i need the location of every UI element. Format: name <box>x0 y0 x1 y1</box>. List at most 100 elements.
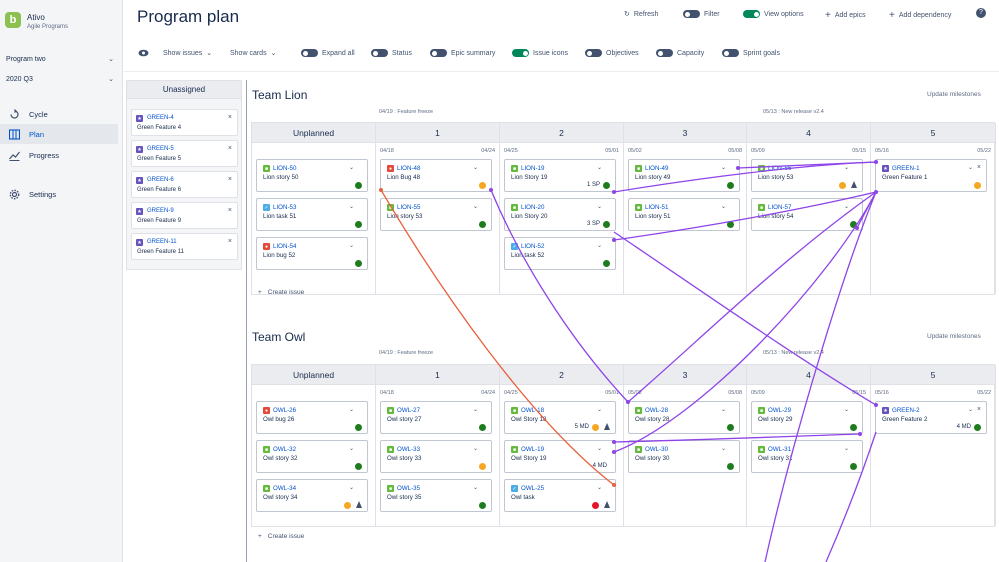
issue-key[interactable]: OWL-35 <box>397 485 420 492</box>
issue-card[interactable]: ✓ LION-53 Lion task 51 ⌄ <box>256 198 368 231</box>
issue-card[interactable]: ■ LION-49 Lion story 49 ⌄ <box>628 159 740 192</box>
chevron-down-icon[interactable]: ⌄ <box>844 445 849 452</box>
chevron-down-icon[interactable]: ⌄ <box>349 406 354 413</box>
issue-card[interactable]: ✓ LION-52 Lion task 52 ⌄ <box>504 237 616 270</box>
status-toggle[interactable]: Status <box>371 49 412 57</box>
issue-card[interactable]: ■ OWL-18 Owl Story 18 ⌄ 5 MD <box>504 401 616 434</box>
quarter-select[interactable]: 2020 Q3 ⌄ <box>6 72 114 86</box>
chevron-down-icon[interactable]: ⌄ <box>844 203 849 210</box>
issue-key[interactable]: OWL-25 <box>521 485 544 492</box>
capacity-toggle[interactable]: Capacity <box>656 49 704 57</box>
issue-key[interactable]: LION-55 <box>397 204 420 211</box>
close-icon[interactable]: × <box>228 114 232 121</box>
issue-card[interactable]: ■ LION-56 Lion story 53 ⌄ <box>751 159 863 192</box>
update-milestones-link[interactable]: Update milestones <box>927 333 981 340</box>
objectives-toggle[interactable]: Objectives <box>585 49 639 57</box>
issue-card[interactable]: ★ GREEN-1 Green Feature 1 ⌄ × <box>875 159 987 192</box>
close-icon[interactable]: × <box>228 238 232 245</box>
unassigned-feature-card[interactable]: ★ GREEN-9 Green Feature 9 × <box>131 202 238 229</box>
chevron-down-icon[interactable]: ⌄ <box>597 445 602 452</box>
close-icon[interactable]: × <box>977 406 981 413</box>
issue-key[interactable]: GREEN-5 <box>147 146 174 152</box>
chevron-down-icon[interactable]: ⌄ <box>597 484 602 491</box>
issue-key[interactable]: OWL-30 <box>645 446 668 453</box>
chevron-down-icon[interactable]: ⌄ <box>473 484 478 491</box>
issue-key[interactable]: GREEN-1 <box>892 165 920 172</box>
create-issue-button[interactable]: + Create issue <box>258 533 304 540</box>
chevron-down-icon[interactable]: ⌄ <box>597 406 602 413</box>
show-cards-dropdown[interactable]: Show cards ⌄ <box>230 49 276 58</box>
close-icon[interactable]: × <box>228 207 232 214</box>
close-icon[interactable]: × <box>977 164 981 171</box>
chevron-down-icon[interactable]: ⌄ <box>349 242 354 249</box>
chevron-down-icon[interactable]: ⌄ <box>844 164 849 171</box>
issue-key[interactable]: LION-57 <box>768 204 791 211</box>
issue-card[interactable]: ■ OWL-19 Owl Story 19 ⌄ 4 MD <box>504 440 616 473</box>
issue-key[interactable]: GREEN-2 <box>892 407 920 414</box>
add-dependency-button[interactable]: + Add dependency <box>889 10 951 21</box>
issue-card[interactable]: ■ LION-51 Lion story 51 ⌄ <box>628 198 740 231</box>
issue-card[interactable]: ■ OWL-30 Owl story 30 ⌄ <box>628 440 740 473</box>
issue-card[interactable]: ■ OWL-29 Owl story 29 ⌄ <box>751 401 863 434</box>
issue-card[interactable]: ■ LION-55 Lion story 53 ⌄ <box>380 198 492 231</box>
issue-key[interactable]: LION-53 <box>273 204 296 211</box>
issue-card[interactable]: ■ OWL-33 Owl story 33 ⌄ <box>380 440 492 473</box>
issue-key[interactable]: OWL-34 <box>273 485 296 492</box>
chevron-down-icon[interactable]: ⌄ <box>597 164 602 171</box>
filter-toggle[interactable]: Filter <box>683 10 720 18</box>
issue-key[interactable]: OWL-18 <box>521 407 544 414</box>
chevron-down-icon[interactable]: ⌄ <box>721 406 726 413</box>
add-epics-button[interactable]: + Add epics <box>825 10 866 21</box>
chevron-down-icon[interactable]: ⌄ <box>349 484 354 491</box>
issue-card[interactable]: ■ OWL-28 Owl story 28 ⌄ <box>628 401 740 434</box>
issue-key[interactable]: OWL-19 <box>521 446 544 453</box>
issue-card[interactable]: ● LION-54 Lion bug 52 ⌄ <box>256 237 368 270</box>
eye-icon[interactable] <box>138 49 149 57</box>
issue-card[interactable]: ■ OWL-27 Owl story 27 ⌄ <box>380 401 492 434</box>
issue-key[interactable]: LION-56 <box>768 165 791 172</box>
issue-key[interactable]: LION-52 <box>521 243 544 250</box>
issue-key[interactable]: OWL-28 <box>645 407 668 414</box>
update-milestones-link[interactable]: Update milestones <box>927 91 981 98</box>
unassigned-feature-card[interactable]: ★ GREEN-4 Green Feature 4 × <box>131 109 238 136</box>
expand-all-toggle[interactable]: Expand all <box>301 49 355 57</box>
issue-card[interactable]: ■ LION-20 Lion Story 20 ⌄ 3 SP <box>504 198 616 231</box>
issue-card[interactable]: ● LION-48 Lion Bug 48 ⌄ <box>380 159 492 192</box>
chevron-down-icon[interactable]: ⌄ <box>349 164 354 171</box>
issue-key[interactable]: GREEN-11 <box>147 239 177 245</box>
chevron-down-icon[interactable]: ⌄ <box>473 203 478 210</box>
issue-key[interactable]: GREEN-6 <box>147 177 174 183</box>
issue-key[interactable]: LION-48 <box>397 165 420 172</box>
issue-key[interactable]: LION-19 <box>521 165 544 172</box>
show-issues-dropdown[interactable]: Show issues ⌄ <box>163 49 212 58</box>
chevron-down-icon[interactable]: ⌄ <box>968 164 973 171</box>
view-options-toggle[interactable]: View options <box>743 10 804 18</box>
issue-card[interactable]: ✓ OWL-25 Owl task ⌄ <box>504 479 616 512</box>
chevron-down-icon[interactable]: ⌄ <box>844 406 849 413</box>
create-issue-button[interactable]: + Create issue <box>258 289 304 296</box>
unassigned-feature-card[interactable]: ★ GREEN-5 Green Feature 5 × <box>131 140 238 167</box>
issue-key[interactable]: OWL-27 <box>397 407 420 414</box>
unassigned-feature-card[interactable]: ★ GREEN-6 Green Feature 6 × <box>131 171 238 198</box>
program-select[interactable]: Program two ⌄ <box>6 52 114 66</box>
issue-key[interactable]: GREEN-4 <box>147 115 174 121</box>
sidebar-item-plan[interactable]: Plan <box>0 124 118 144</box>
issue-card[interactable]: ★ GREEN-2 Green Feature 2 ⌄ × 4 MD <box>875 401 987 434</box>
issue-key[interactable]: OWL-26 <box>273 407 296 414</box>
sidebar-item-cycle[interactable]: Cycle <box>0 104 118 124</box>
chevron-down-icon[interactable]: ⌄ <box>473 164 478 171</box>
chevron-down-icon[interactable]: ⌄ <box>968 406 973 413</box>
issue-card[interactable]: ■ OWL-34 Owl story 34 ⌄ <box>256 479 368 512</box>
issue-card[interactable]: ■ LION-57 Lion story 54 ⌄ <box>751 198 863 231</box>
epic-summary-toggle[interactable]: Epic summary <box>430 49 495 57</box>
sprint-goals-toggle[interactable]: Sprint goals <box>722 49 780 57</box>
issue-key[interactable]: LION-49 <box>645 165 668 172</box>
chevron-down-icon[interactable]: ⌄ <box>721 445 726 452</box>
issue-card[interactable]: ● OWL-26 Owl bug 26 ⌄ <box>256 401 368 434</box>
issue-key[interactable]: OWL-29 <box>768 407 791 414</box>
chevron-down-icon[interactable]: ⌄ <box>721 203 726 210</box>
chevron-down-icon[interactable]: ⌄ <box>721 164 726 171</box>
issue-card[interactable]: ■ OWL-35 Owl story 35 ⌄ <box>380 479 492 512</box>
chevron-down-icon[interactable]: ⌄ <box>473 445 478 452</box>
chevron-down-icon[interactable]: ⌄ <box>597 242 602 249</box>
